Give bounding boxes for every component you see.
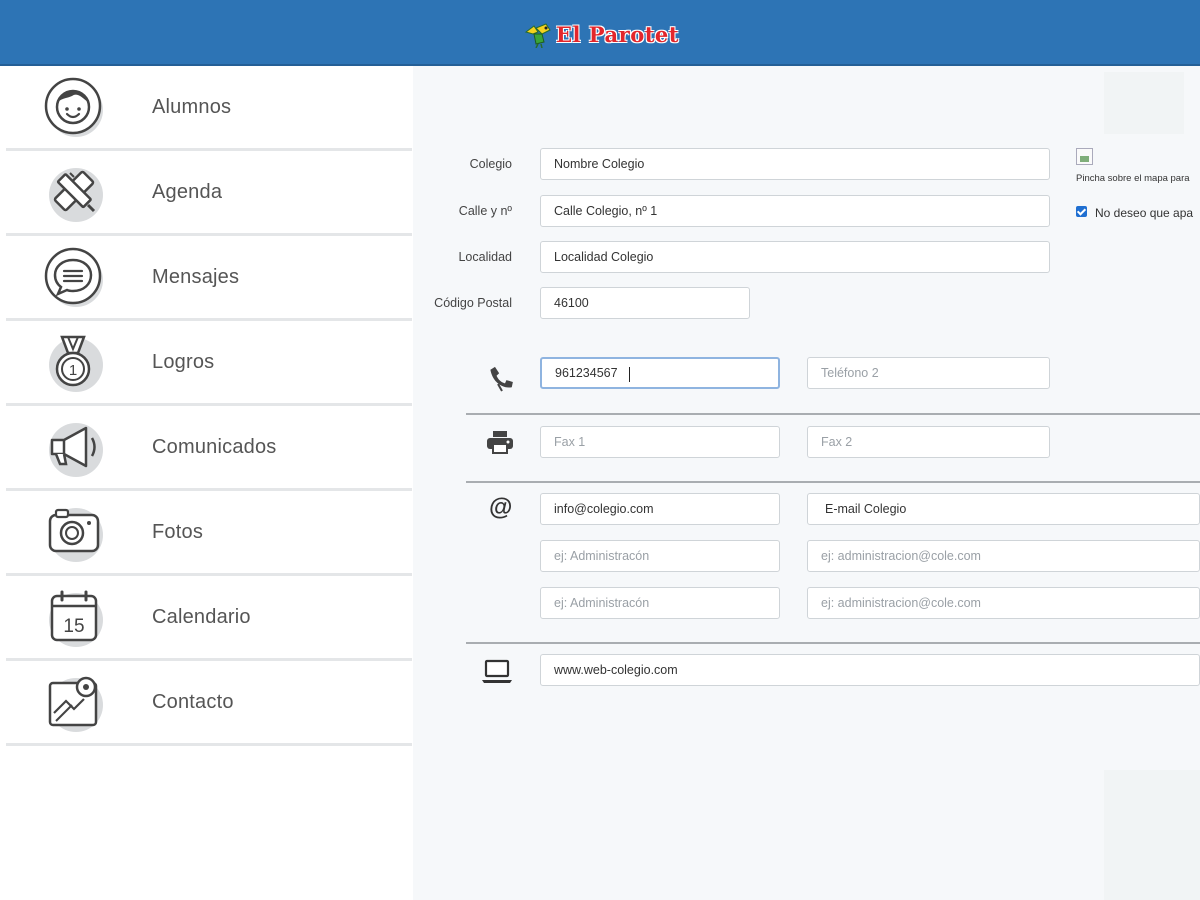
sidebar-item-mensajes[interactable]: Mensajes xyxy=(6,236,412,321)
sidebar-menu: Alumnos Agenda Mensajes 1 Logros Comunic… xyxy=(0,66,413,900)
colegio-name-input[interactable] xyxy=(540,148,1050,180)
sidebar-item-label: Calendario xyxy=(152,605,251,628)
cp-label: Código Postal xyxy=(434,296,512,310)
section-divider xyxy=(466,413,1200,415)
sidebar-item-label: Agenda xyxy=(152,180,223,203)
email-1-description-input[interactable] xyxy=(807,493,1200,525)
calle-label: Calle y nº xyxy=(458,204,512,218)
app-logo[interactable]: El Parotet xyxy=(524,18,679,50)
camera-icon xyxy=(42,499,108,565)
printer-icon xyxy=(486,430,514,459)
calendar-day: 15 xyxy=(63,616,84,637)
sidebar-item-label: Mensajes xyxy=(152,265,240,288)
website-input[interactable] xyxy=(540,654,1200,686)
chat-bubble-icon xyxy=(42,244,108,310)
sidebar-item-calendario[interactable]: 15 Calendario xyxy=(6,576,412,661)
app-header: El Parotet xyxy=(0,0,1200,66)
main-panel xyxy=(413,66,1200,900)
postal-code-input[interactable] xyxy=(540,287,750,319)
fax-2-input[interactable] xyxy=(807,426,1050,458)
sidebar-item-label: Contacto xyxy=(152,690,234,713)
medal-icon: 1 xyxy=(42,329,108,395)
hide-map-checkbox[interactable] xyxy=(1076,206,1087,217)
street-input[interactable] xyxy=(540,195,1050,227)
email-3-address-input[interactable] xyxy=(807,587,1200,619)
locality-input[interactable] xyxy=(540,241,1050,273)
sidebar-item-label: Fotos xyxy=(152,520,204,543)
phone-2-input[interactable] xyxy=(807,357,1050,389)
sidebar-item-alumnos[interactable]: Alumnos xyxy=(6,66,412,151)
email-1-input[interactable] xyxy=(540,493,780,525)
section-divider xyxy=(466,642,1200,644)
sidebar-item-comunicados[interactable]: Comunicados xyxy=(6,406,412,491)
sidebar-item-label: Logros xyxy=(152,350,215,373)
email-2-address-input[interactable] xyxy=(807,540,1200,572)
faded-overlay xyxy=(1104,770,1200,900)
phone-1-input[interactable] xyxy=(540,357,780,389)
sidebar-item-label: Alumnos xyxy=(152,95,232,118)
sidebar-item-logros[interactable]: 1 Logros xyxy=(6,321,412,406)
colegio-label: Colegio xyxy=(469,157,512,171)
sidebar-item-label: Comunicados xyxy=(152,435,277,458)
logo-text: El Parotet xyxy=(556,21,679,47)
megaphone-icon xyxy=(42,414,108,480)
calendar-icon: 15 xyxy=(42,584,108,650)
localidad-label: Localidad xyxy=(458,250,512,264)
parrot-logo-icon xyxy=(524,23,551,48)
pencil-ruler-icon xyxy=(42,159,108,225)
faded-overlay xyxy=(1104,72,1184,134)
fax-1-input[interactable] xyxy=(540,426,780,458)
at-sign-icon: @ xyxy=(489,494,513,521)
medal-number: 1 xyxy=(69,362,77,379)
email-3-name-input[interactable] xyxy=(540,587,780,619)
sidebar-item-contacto[interactable]: Contacto xyxy=(6,661,412,746)
map-hint-text: Pincha sobre el mapa para xyxy=(1076,173,1190,184)
email-2-name-input[interactable] xyxy=(540,540,780,572)
child-face-icon xyxy=(42,74,108,140)
sidebar-item-agenda[interactable]: Agenda xyxy=(6,151,412,236)
map-image-icon[interactable] xyxy=(1076,148,1093,165)
text-cursor xyxy=(629,366,630,384)
section-divider xyxy=(466,481,1200,483)
map-pin-icon xyxy=(42,669,108,735)
sidebar-item-fotos[interactable]: Fotos xyxy=(6,491,412,576)
laptop-icon xyxy=(481,659,513,690)
hide-map-checkbox-label: No deseo que apa xyxy=(1095,206,1194,220)
phone-icon xyxy=(488,364,514,397)
